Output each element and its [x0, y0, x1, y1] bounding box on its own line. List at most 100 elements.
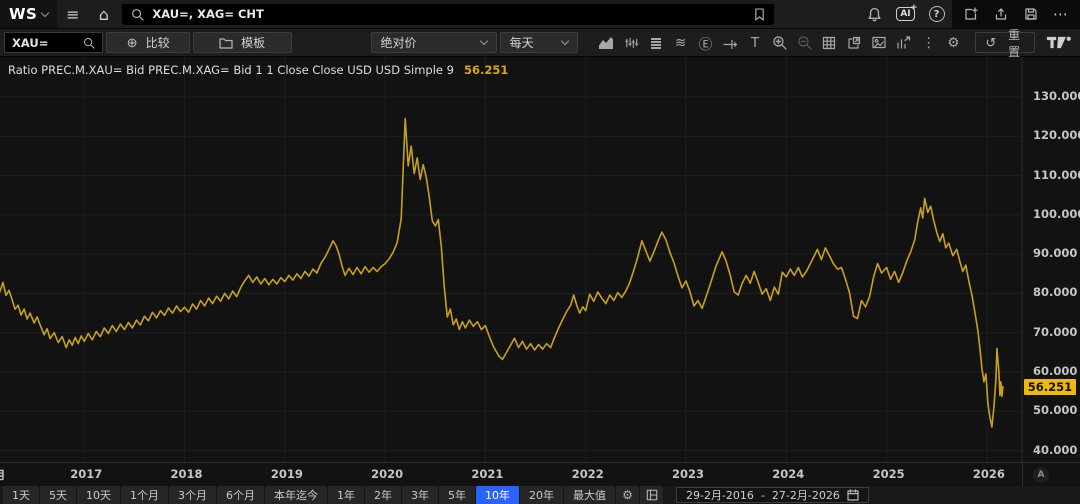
range-button-2y[interactable]: 2年	[365, 486, 402, 504]
chevron-down-icon	[479, 37, 487, 45]
home-button[interactable]: ⌂	[88, 0, 119, 28]
hilo-chart-type-button[interactable]	[620, 32, 642, 53]
zoom-out-button[interactable]	[794, 32, 816, 53]
template-button[interactable]: 模板	[193, 32, 292, 53]
interval-dropdown[interactable]: 每天	[500, 32, 579, 53]
export-button[interactable]	[843, 32, 865, 53]
plus-circle-icon: ⊕	[127, 36, 138, 49]
price-mode-dropdown[interactable]: 绝对价	[371, 32, 497, 53]
toolbar-more-button[interactable]: ⋮	[918, 32, 940, 53]
save-button[interactable]	[1016, 0, 1046, 28]
price-mode-value: 绝对价	[381, 34, 417, 51]
chevron-down-icon	[561, 37, 569, 45]
ellipsis-icon: ⋯	[1053, 5, 1069, 23]
symbol-input[interactable]: XAU=	[4, 32, 103, 53]
grid-layout-button[interactable]	[819, 32, 841, 53]
date-range-picker[interactable]: 29-2月-2016 - 27-2月-2026	[676, 487, 869, 503]
save-icon	[1024, 7, 1038, 21]
ratio-line-series[interactable]	[0, 119, 1003, 427]
axis-adjust-button[interactable]	[719, 32, 741, 53]
range-button-5y[interactable]: 5年	[439, 486, 476, 504]
events-button[interactable]: Ⓔ	[695, 32, 717, 53]
window-actions-group: ⋯	[952, 0, 1080, 28]
range-bar: 1天 5天 10天 1个月 3个月 6个月 本年迄今 1年 2年 3年 5年 1…	[0, 486, 1080, 504]
y-axis-label: 60.000	[1033, 364, 1077, 378]
range-button-3m[interactable]: 3个月	[169, 486, 217, 504]
x-axis-label: 2026	[973, 467, 1005, 481]
chart-settings-button[interactable]	[893, 32, 915, 53]
search-icon	[131, 8, 144, 21]
bookmark-button[interactable]	[754, 8, 765, 21]
bars-display-button[interactable]	[645, 32, 667, 53]
mini-grid-icon	[646, 489, 658, 501]
range-button-20y[interactable]: 20年	[520, 486, 564, 504]
zoom-in-button[interactable]	[769, 32, 791, 53]
hamburger-icon: ≡	[66, 5, 79, 24]
text-annotation-button[interactable]: T	[744, 32, 766, 53]
range-button-max[interactable]: 最大值	[564, 486, 616, 504]
range-button-5d[interactable]: 5天	[40, 486, 77, 504]
snapshot-button[interactable]	[868, 32, 890, 53]
tradingview-logo-icon[interactable]	[1046, 35, 1072, 50]
range-button-10d[interactable]: 10天	[77, 486, 121, 504]
ai-assistant-button[interactable]: AI+	[890, 0, 921, 28]
range-button-3y[interactable]: 3年	[402, 486, 439, 504]
legend-text: Ratio PREC.M.XAU= Bid PREC.M.XAG= Bid 1 …	[8, 63, 454, 77]
price-chart-canvas[interactable]	[0, 57, 1080, 462]
area-chart-icon	[598, 36, 614, 50]
auto-scale-button[interactable]: A	[1033, 467, 1049, 483]
range-button-10y[interactable]: 10年	[476, 486, 520, 504]
app-menu-button[interactable]: WS	[0, 0, 57, 28]
reset-button[interactable]: ↺ 重置	[975, 32, 1035, 53]
export-icon	[847, 36, 861, 50]
reset-icon: ↺	[985, 35, 996, 51]
share-button[interactable]	[986, 0, 1016, 28]
help-icon: ?	[929, 6, 945, 22]
y-axis-label: 50.000	[1033, 403, 1077, 417]
range-layout-button[interactable]	[640, 486, 664, 504]
range-button-ytd[interactable]: 本年迄今	[265, 486, 328, 504]
x-axis-label: 2018	[171, 467, 203, 481]
zoom-out-icon	[797, 35, 812, 50]
y-axis-label: 80.000	[1033, 285, 1077, 299]
settings-button[interactable]: ⚙	[943, 32, 965, 53]
ai-icon: AI+	[896, 7, 914, 21]
range-button-1m[interactable]: 1个月	[121, 486, 169, 504]
text-tool-icon: T	[751, 35, 759, 51]
y-axis-label: 70.000	[1033, 325, 1077, 339]
compare-button[interactable]: ⊕ 比较	[106, 32, 189, 53]
date-range-separator: -	[761, 489, 765, 502]
legend-last-value: 56.251	[464, 63, 508, 77]
y-axis-label: 130.000	[1033, 89, 1080, 103]
last-price-tag: 56.251	[1024, 379, 1076, 395]
range-settings-button[interactable]: ⚙	[616, 486, 640, 504]
bookmark-icon	[754, 8, 765, 21]
y-axis-label: 40.000	[1033, 443, 1077, 457]
circled-e-icon: Ⓔ	[699, 33, 713, 53]
x-axis-label: 2025	[873, 467, 905, 481]
app-logo: WS	[9, 5, 37, 23]
template-label: 模板	[241, 34, 265, 51]
range-button-1y[interactable]: 1年	[328, 486, 365, 504]
chart-area[interactable]: Ratio PREC.M.XAU= Bid PREC.M.XAG= Bid 1 …	[0, 57, 1080, 462]
chart-legend[interactable]: Ratio PREC.M.XAU= Bid PREC.M.XAG= Bid 1 …	[8, 63, 508, 77]
global-search-input[interactable]: XAU=, XAG= CHT	[122, 4, 774, 25]
notifications-button[interactable]	[859, 0, 890, 28]
image-icon	[872, 36, 886, 49]
reset-label: 重置	[1003, 26, 1025, 60]
help-button[interactable]: ?	[921, 0, 952, 28]
x-axis-label: 2022	[572, 467, 604, 481]
more-options-button[interactable]: ⋯	[1046, 0, 1076, 28]
hamburger-menu-button[interactable]: ≡	[57, 0, 88, 28]
area-chart-type-button[interactable]	[595, 32, 617, 53]
chevron-down-icon	[41, 8, 49, 16]
share-icon	[994, 7, 1008, 21]
range-button-1d[interactable]: 1天	[3, 486, 40, 504]
new-window-button[interactable]	[956, 0, 986, 28]
symbol-input-value: XAU=	[12, 36, 48, 50]
time-axis[interactable]: 月 20172018201920202021202220232024202520…	[0, 462, 1080, 486]
grid-icon	[822, 36, 836, 50]
range-button-6m[interactable]: 6个月	[217, 486, 265, 504]
waves-overlay-button[interactable]: ≋	[670, 32, 692, 53]
axis-corner-divider	[1022, 463, 1023, 487]
